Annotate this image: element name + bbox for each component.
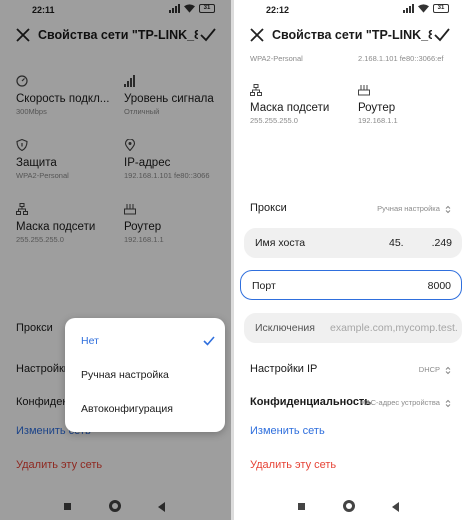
- change-network-link[interactable]: Изменить сеть: [250, 425, 325, 437]
- proxy-select-value: Ручная настройка: [377, 204, 440, 213]
- proxy-row-label[interactable]: Прокси: [250, 202, 287, 214]
- wifi-icon: [418, 4, 429, 13]
- ip-settings-row-label[interactable]: Настройки IP: [250, 363, 317, 375]
- router-icon: [358, 85, 370, 96]
- info-value: 192.168.1.1: [358, 116, 398, 125]
- port-value: 8000: [427, 280, 451, 292]
- proxy-option-manual[interactable]: Ручная настройка: [65, 358, 225, 392]
- option-label: Ручная настройка: [81, 369, 169, 381]
- security-value: WPA2-Personal: [250, 54, 303, 63]
- nav-bar: [234, 494, 465, 520]
- exclusions-placeholder: example.com,mycomp.test.com: [330, 322, 458, 334]
- hostname-field[interactable]: Имя хоста 45. .249: [244, 228, 462, 258]
- header: Свойства сети "TP-LINK_8...: [234, 20, 465, 52]
- option-label: Автоконфигурация: [81, 403, 173, 415]
- status-time: 22:12: [266, 5, 290, 15]
- left-screen: 22:11 31 Свойства сети "TP-LINK_8... Ско…: [0, 0, 231, 520]
- confirm-check-icon[interactable]: [433, 26, 451, 44]
- proxy-option-auto[interactable]: Автоконфигурация: [65, 392, 225, 426]
- info-value: 255.255.255.0: [250, 116, 298, 125]
- recents-icon[interactable]: [298, 503, 305, 510]
- proxy-select[interactable]: Ручная настройка: [377, 204, 451, 214]
- page-title: Свойства сети "TP-LINK_8...: [272, 28, 432, 42]
- option-label: Нет: [81, 335, 99, 347]
- exclusions-field[interactable]: Исключения example.com,mycomp.test.com: [244, 313, 462, 343]
- cell-signal-icon: [403, 4, 414, 13]
- home-icon[interactable]: [343, 500, 355, 512]
- ip-settings-value: DHCP: [418, 365, 440, 374]
- info-router: Роутер 192.168.1.1: [358, 84, 398, 125]
- updown-chevron-icon: [445, 205, 451, 213]
- hostname-value-part2: .249: [431, 237, 452, 249]
- port-field[interactable]: Порт 8000: [240, 270, 462, 300]
- back-icon[interactable]: [392, 502, 399, 512]
- info-label: Роутер: [358, 102, 396, 114]
- battery-icon: 31: [433, 4, 449, 13]
- selected-check-icon: [203, 336, 215, 346]
- privacy-select[interactable]: MAC-адрес устройства: [359, 398, 451, 408]
- exclusions-label: Исключения: [255, 322, 315, 334]
- updown-chevron-icon: [445, 399, 451, 407]
- right-screen: 22:12 31 Свойства сети "TP-LINK_8... WPA…: [234, 0, 465, 520]
- port-label: Порт: [252, 280, 276, 292]
- proxy-option-none[interactable]: Нет: [65, 324, 225, 358]
- privacy-row-label[interactable]: Конфиденциальность: [250, 396, 371, 408]
- proxy-dropdown: Нет Ручная настройка Автоконфигурация: [65, 318, 225, 432]
- hostname-label: Имя хоста: [255, 237, 306, 249]
- dim-overlay[interactable]: [0, 0, 231, 520]
- hostname-value-part1: 45.: [389, 237, 404, 249]
- close-icon[interactable]: [248, 26, 266, 44]
- delete-network-link[interactable]: Удалить эту сеть: [250, 459, 336, 471]
- updown-chevron-icon: [445, 366, 451, 374]
- status-bar: 22:12 31: [234, 0, 465, 20]
- privacy-value: MAC-адрес устройства: [359, 398, 440, 407]
- info-label: Маска подсети: [250, 102, 330, 114]
- ip-settings-select[interactable]: DHCP: [419, 365, 451, 375]
- network-icon: [250, 84, 262, 96]
- info-subnet: Маска подсети 255.255.255.0: [250, 84, 329, 125]
- ip-value: 2.168.1.101 fe80::3066:ef: [358, 54, 444, 63]
